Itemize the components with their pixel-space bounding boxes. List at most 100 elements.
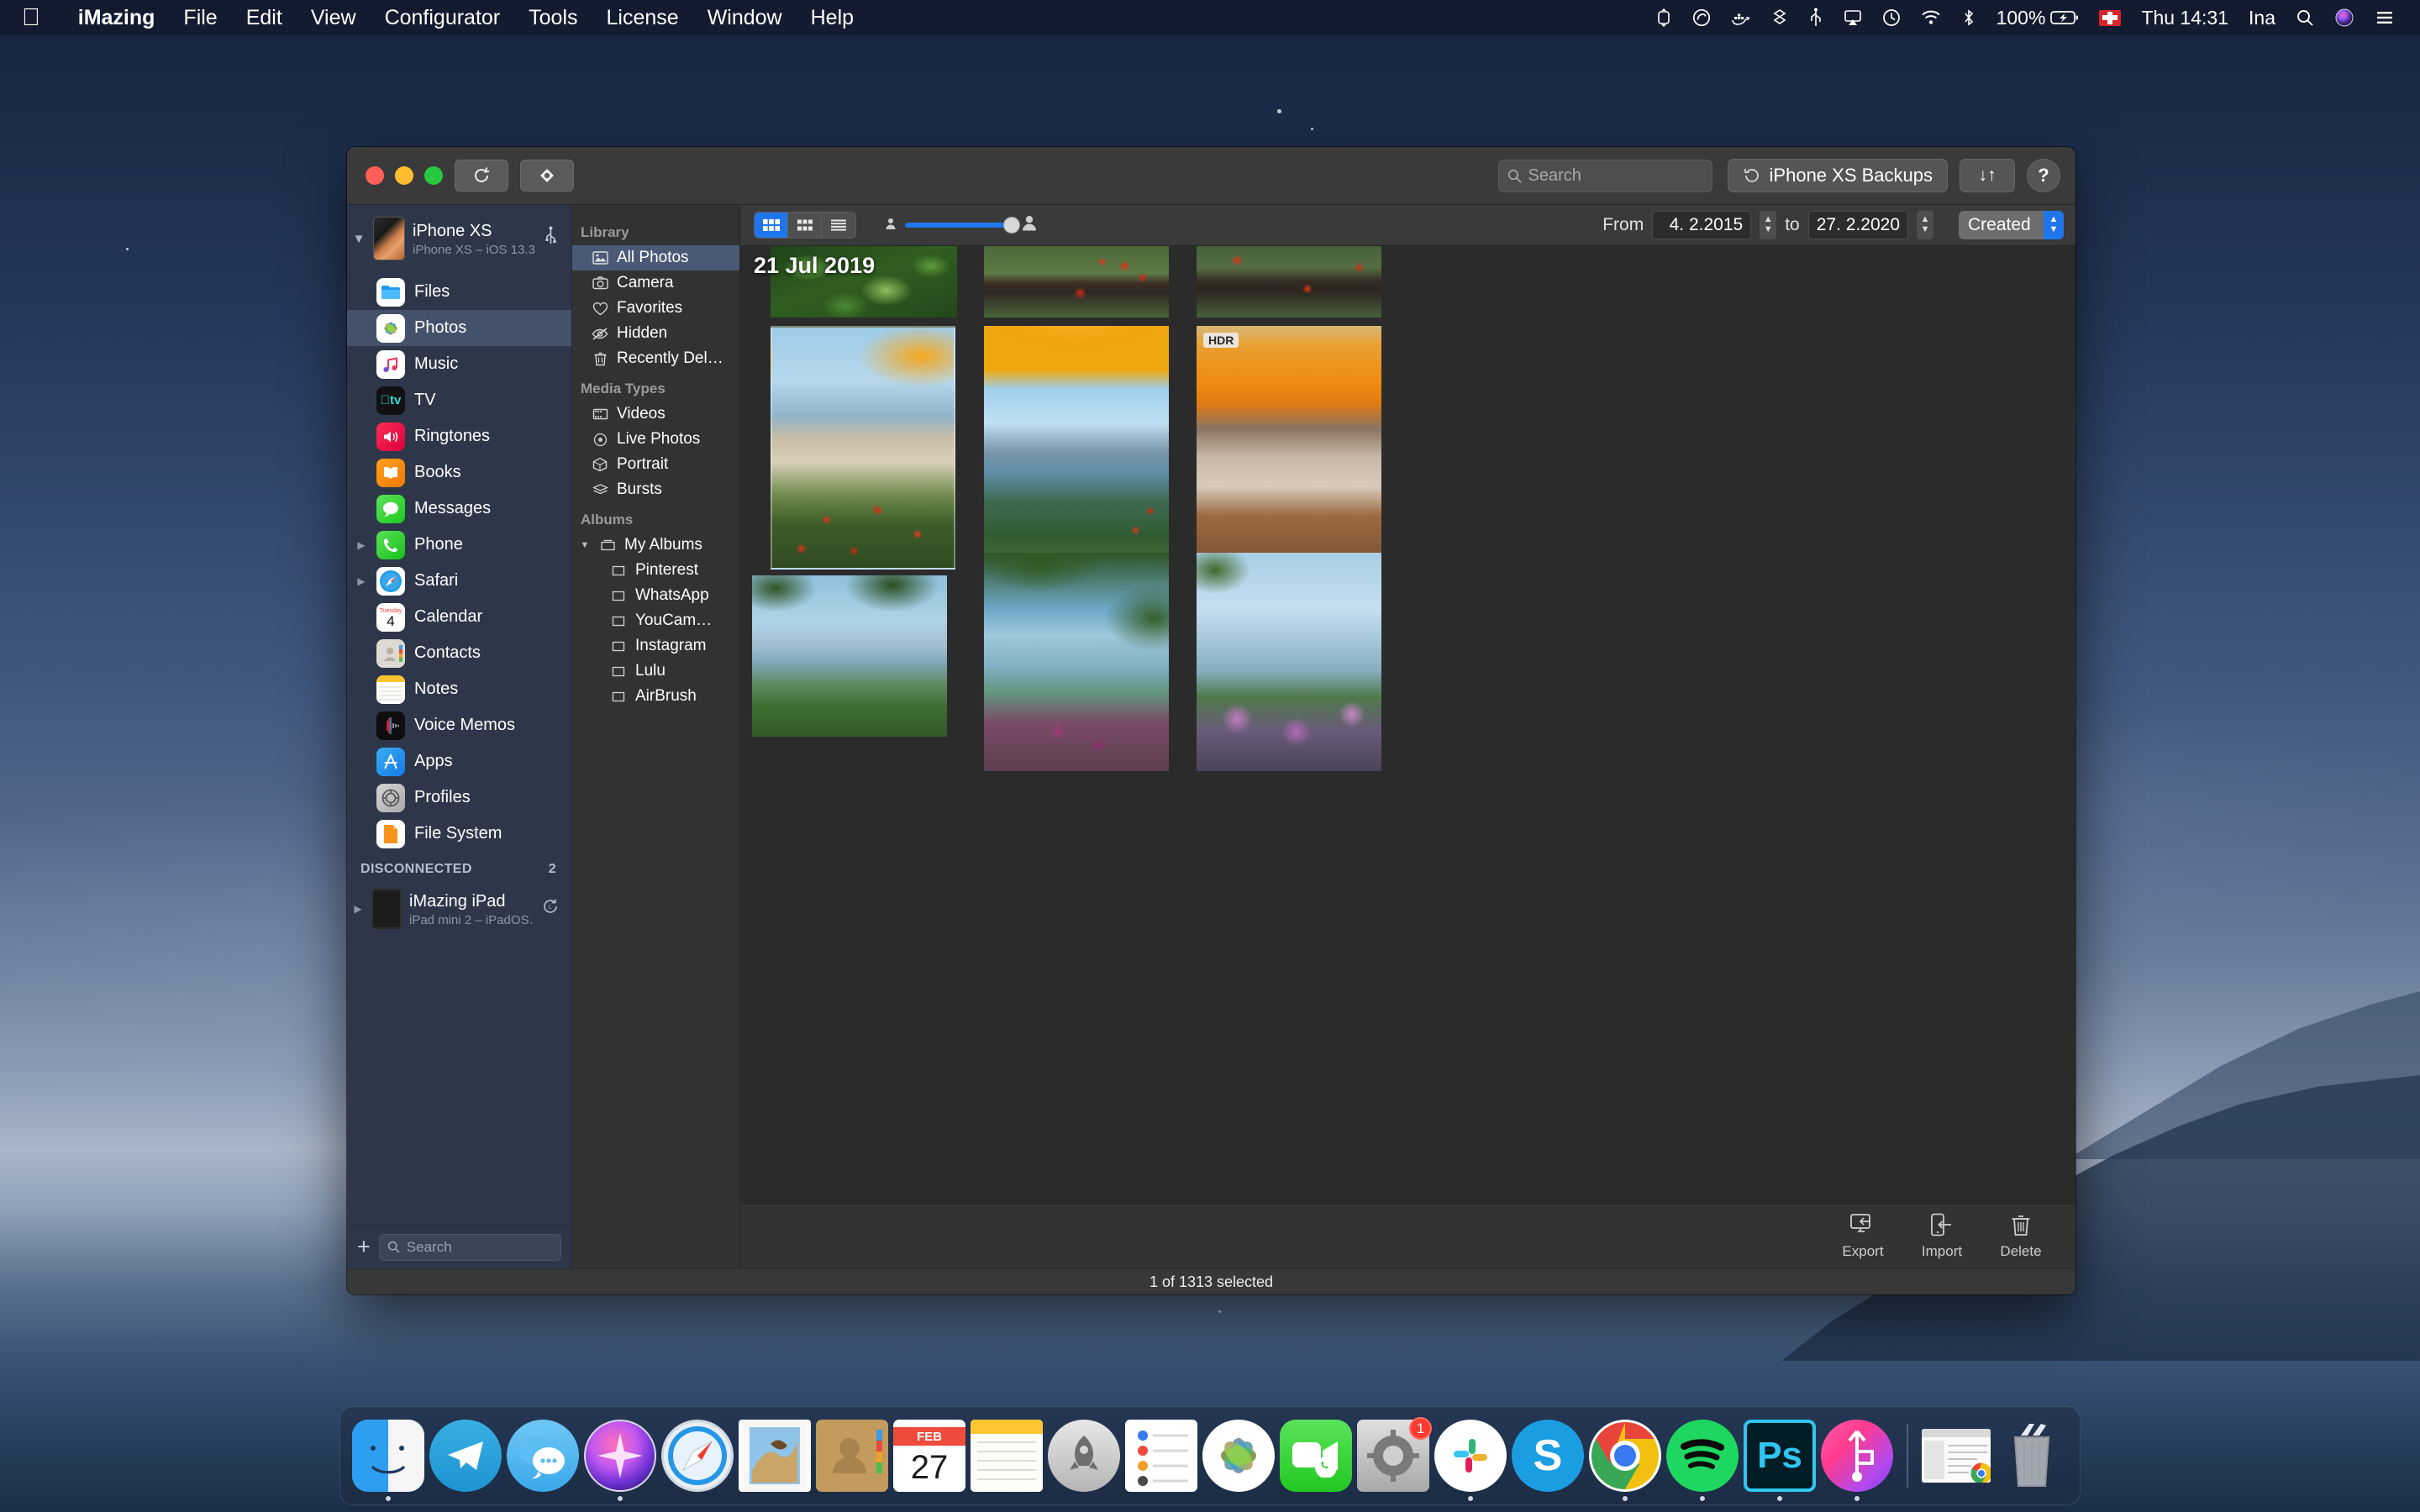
expand-triangle-icon[interactable]: ▶	[352, 903, 364, 915]
grid-small-view-button[interactable]	[788, 213, 822, 238]
control-center-icon[interactable]	[2365, 9, 2405, 26]
menu-item-configurator[interactable]: Configurator	[371, 6, 515, 30]
refresh-button[interactable]	[455, 160, 508, 192]
export-button[interactable]: Export	[1839, 1213, 1887, 1260]
photo-hydrangeas-lake[interactable]	[1197, 553, 1381, 771]
sidebar-item-profiles[interactable]: Profiles	[347, 780, 571, 816]
dock-item-notes[interactable]	[971, 1420, 1043, 1492]
from-date-field[interactable]: 4. 2.2015	[1652, 211, 1752, 239]
category-favorites[interactable]: Favorites	[572, 296, 739, 321]
sidebar-item-apps[interactable]: Apps	[347, 743, 571, 780]
photo-balcony-flowers-1[interactable]	[984, 246, 1169, 318]
docker-icon[interactable]	[1721, 9, 1761, 26]
sidebar-item-calendar[interactable]: Tuesday 4 Calendar	[347, 599, 571, 635]
close-button[interactable]	[366, 166, 384, 185]
album-youcam[interactable]: YouCam…	[572, 608, 739, 633]
usb-transfer-icon[interactable]	[1798, 8, 1833, 28]
album-airbrush[interactable]: AirBrush	[572, 684, 739, 709]
clock-label[interactable]: Thu 14:31	[2131, 7, 2238, 29]
category-live-photos[interactable]: Live Photos	[572, 427, 739, 452]
dock-item-photos[interactable]	[1202, 1420, 1275, 1492]
category-recently-deleted[interactable]: Recently Del…	[572, 346, 739, 371]
disclosure-triangle-icon[interactable]: ▼	[352, 232, 366, 246]
sidebar-search-input[interactable]: Search	[378, 1233, 561, 1261]
dock-item-launchpad[interactable]	[1048, 1420, 1120, 1492]
apple-menu-icon[interactable]: 	[22, 5, 40, 30]
photo-balcony-flowers-2[interactable]	[1197, 246, 1381, 318]
category-camera[interactable]: Camera	[572, 270, 739, 296]
sidebar-item-tv[interactable]: tv TV	[347, 382, 571, 418]
dock-item-calendar[interactable]: FEB 27	[893, 1420, 965, 1492]
dock-item-spotify[interactable]	[1666, 1420, 1739, 1501]
category-bursts[interactable]: Bursts	[572, 477, 739, 502]
category-all-photos[interactable]: All Photos	[572, 245, 739, 270]
dock-item-reminders[interactable]	[1125, 1420, 1197, 1492]
menu-item-help[interactable]: Help	[797, 6, 868, 30]
menu-item-view[interactable]: View	[297, 6, 371, 30]
dock-item-imazing[interactable]	[1821, 1420, 1893, 1501]
album-instagram[interactable]: Instagram	[572, 633, 739, 659]
album-group-my-albums[interactable]: ▼ My Albums	[572, 533, 739, 558]
menu-item-edit[interactable]: Edit	[232, 6, 297, 30]
minimize-button[interactable]	[395, 166, 413, 185]
list-view-button[interactable]	[822, 213, 855, 238]
sidebar-item-voice-memos[interactable]: Voice Memos	[347, 707, 571, 743]
sidebar-item-file-system[interactable]: File System	[347, 816, 571, 852]
photo-palms-lakeshore[interactable]	[752, 575, 947, 737]
help-button[interactable]: ?	[2027, 159, 2060, 192]
slider-knob[interactable]	[1003, 217, 1020, 234]
add-device-button[interactable]: +	[357, 1236, 371, 1258]
grid-large-view-button[interactable]	[755, 213, 788, 238]
sidebar-item-safari[interactable]: ▶ Safari	[347, 563, 571, 599]
zoom-button[interactable]	[424, 166, 443, 185]
photo-yellow-umbrella-lake[interactable]	[984, 326, 1169, 570]
time-machine-icon[interactable]	[1872, 8, 1911, 27]
to-date-field[interactable]: 27. 2.2020	[1807, 211, 1908, 239]
airplay-icon[interactable]	[1833, 9, 1872, 26]
dock-item-trash[interactable]	[1996, 1420, 2068, 1492]
disclosure-triangle-icon[interactable]: ▼	[579, 540, 591, 550]
dock-item-telegram[interactable]	[429, 1420, 502, 1492]
dock-item-chrome[interactable]	[1589, 1420, 1661, 1501]
sidebar-item-notes[interactable]: Notes	[347, 671, 571, 707]
dock-item-skype[interactable]: S	[1512, 1420, 1584, 1492]
menu-item-license[interactable]: License	[592, 6, 693, 30]
sort-by-dropdown[interactable]: Created ▲ ▼	[1959, 211, 2064, 239]
sidebar-item-music[interactable]: Music	[347, 346, 571, 382]
dropbox-icon[interactable]	[1761, 8, 1798, 27]
photo-terrace-lounge[interactable]: HDR	[1197, 326, 1381, 570]
photo-grid[interactable]: 21 Jul 2019 HDR	[740, 246, 2075, 1203]
sidebar-item-contacts[interactable]: Contacts	[347, 635, 571, 671]
dock-item-contacts[interactable]	[816, 1420, 888, 1492]
restore-history-icon[interactable]: L	[541, 897, 565, 921]
sidebar-item-phone[interactable]: ▶ Phone	[347, 527, 571, 563]
expand-triangle-icon[interactable]: ▶	[355, 539, 367, 551]
dock-item-photoshop[interactable]: Ps	[1744, 1420, 1816, 1501]
photo-garden-lake-boat[interactable]	[984, 553, 1169, 771]
to-date-stepper[interactable]: ▲ ▼	[1917, 211, 1933, 239]
dock-item-mail[interactable]	[739, 1420, 811, 1492]
swiss-flag-icon[interactable]	[2089, 9, 2131, 26]
spotlight-icon[interactable]	[2286, 8, 2324, 27]
dock-item-system-preferences[interactable]: 1	[1357, 1417, 1432, 1492]
airplay-display-icon[interactable]	[1645, 8, 1682, 28]
menu-item-window[interactable]: Window	[693, 6, 797, 30]
from-date-stepper[interactable]: ▲ ▼	[1760, 211, 1777, 239]
wifi-icon[interactable]	[1911, 10, 1951, 25]
dock-item-safari[interactable]	[661, 1420, 734, 1492]
menu-item-tools[interactable]: Tools	[514, 6, 592, 30]
category-hidden[interactable]: Hidden	[572, 321, 739, 346]
dock-minimized-chrome-window[interactable]	[1922, 1429, 1991, 1483]
quick-look-button[interactable]	[520, 160, 574, 192]
battery-charging-icon[interactable]	[2050, 9, 2089, 26]
category-videos[interactable]: Videos	[572, 402, 739, 427]
menu-item-file[interactable]: File	[169, 6, 231, 30]
creative-cloud-icon[interactable]	[1682, 8, 1721, 27]
sidebar-item-ringtones[interactable]: Ringtones	[347, 418, 571, 454]
dock-item-slack[interactable]	[1434, 1420, 1507, 1501]
device-header[interactable]: ▼ iPhone XS iPhone XS – iOS 13.3.1	[347, 205, 571, 272]
thumbnail-size-slider[interactable]	[905, 217, 1020, 234]
category-portrait[interactable]: Portrait	[572, 452, 739, 477]
backups-button[interactable]: iPhone XS Backups	[1727, 159, 1948, 192]
sidebar-item-photos[interactable]: Photos	[347, 310, 571, 346]
